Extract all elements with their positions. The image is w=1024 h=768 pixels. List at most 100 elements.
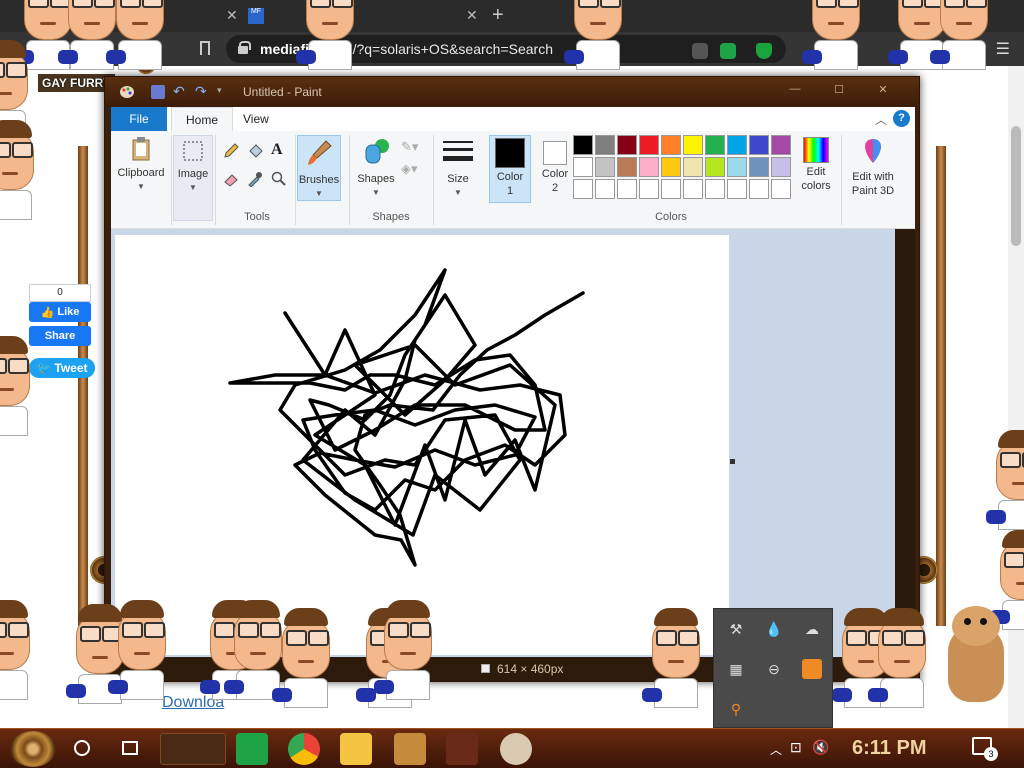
canvas-resize-handle[interactable] xyxy=(730,459,735,464)
collapse-ribbon-icon[interactable]: ︿ xyxy=(875,111,887,128)
facebook-like-button[interactable]: 👍 Like xyxy=(29,302,91,322)
redo-icon[interactable]: ↷ xyxy=(195,84,209,99)
chrome-taskbar-icon[interactable] xyxy=(288,733,320,765)
canvas-scrollbar[interactable] xyxy=(895,229,915,657)
facebook-share-button[interactable]: Share xyxy=(29,326,91,346)
file-explorer-icon[interactable] xyxy=(340,733,372,765)
sheets-extension-icon[interactable] xyxy=(720,43,736,59)
game-taskbar-icon[interactable] xyxy=(394,733,426,765)
help-icon[interactable]: ? xyxy=(893,110,910,127)
taskbar-search-box[interactable] xyxy=(160,733,226,765)
show-hidden-icons[interactable]: ︿ xyxy=(770,741,782,758)
maximize-button[interactable]: ☐ xyxy=(825,83,853,99)
palette-swatch[interactable] xyxy=(595,157,615,177)
volume-muted-icon[interactable]: 🔇 xyxy=(812,739,829,756)
magnifier-icon[interactable] xyxy=(271,171,287,190)
scribble-drawing xyxy=(228,268,585,567)
sheets-taskbar-icon[interactable] xyxy=(236,733,268,765)
palette-swatch[interactable] xyxy=(771,157,791,177)
customize-toolbar-icon[interactable]: ▾ xyxy=(217,85,231,99)
clipboard-button[interactable]: Clipboard ▼ xyxy=(113,135,169,201)
lock-icon[interactable] xyxy=(238,41,251,54)
pencil-icon[interactable] xyxy=(223,143,239,162)
bookmark-icon[interactable] xyxy=(200,41,210,55)
palette-swatch[interactable] xyxy=(595,179,615,199)
palette-swatch[interactable] xyxy=(771,135,791,155)
undo-icon[interactable]: ↶ xyxy=(173,84,187,99)
updater-icon[interactable] xyxy=(802,659,822,679)
usb-icon[interactable]: ⊖ xyxy=(764,659,784,679)
drawing-canvas[interactable] xyxy=(115,235,729,655)
minimize-button[interactable]: — xyxy=(781,83,809,99)
tab-view[interactable]: View xyxy=(229,107,283,131)
outline-icon[interactable]: ✎▾ xyxy=(401,139,418,155)
palette-swatch[interactable] xyxy=(617,179,637,199)
palette-swatch[interactable] xyxy=(705,179,725,199)
tab-home[interactable]: Home xyxy=(171,107,234,131)
shapes-button[interactable]: Shapes ▼ xyxy=(351,135,401,201)
save-icon[interactable] xyxy=(151,85,165,99)
close-tab-icon[interactable]: ✕ xyxy=(226,7,238,24)
palette-swatch[interactable] xyxy=(617,135,637,155)
tool-icon[interactable]: ⚒ xyxy=(726,619,746,639)
droplet-icon[interactable]: 💧 xyxy=(764,619,784,639)
eraser-icon[interactable] xyxy=(223,171,239,190)
palette-swatch[interactable] xyxy=(727,157,747,177)
tab-file[interactable]: File xyxy=(111,107,167,131)
palette-swatch[interactable] xyxy=(727,135,747,155)
palette-swatch[interactable] xyxy=(639,157,659,177)
text-tool-icon[interactable]: A xyxy=(271,141,283,159)
palette-swatch[interactable] xyxy=(705,135,725,155)
color2-button[interactable]: Color 2 xyxy=(535,135,575,203)
color-picker-icon[interactable] xyxy=(247,171,263,190)
blocked-tracker-icon[interactable] xyxy=(692,43,708,59)
fill-bucket-icon[interactable] xyxy=(247,143,263,162)
tweet-button[interactable]: 🐦 Tweet xyxy=(29,358,95,378)
network-icon[interactable]: ⊡ xyxy=(790,739,802,756)
palette-swatch[interactable] xyxy=(727,179,747,199)
brushes-button[interactable]: Brushes ▼ xyxy=(297,135,341,201)
close-button[interactable]: ✕ xyxy=(869,83,897,99)
palette-swatch[interactable] xyxy=(683,157,703,177)
edit-with-paint3d-button[interactable]: Edit with Paint 3D xyxy=(843,135,903,205)
search-icon[interactable]: ⚲ xyxy=(726,699,746,719)
palette-swatch[interactable] xyxy=(705,157,725,177)
fill-icon[interactable]: ◈▾ xyxy=(401,161,418,177)
paint-app-icon[interactable] xyxy=(119,85,134,99)
shield-extension-icon[interactable] xyxy=(756,43,772,59)
media-taskbar-icon[interactable] xyxy=(446,733,478,765)
image-button[interactable]: Image ▼ xyxy=(173,135,213,221)
new-tab-button[interactable]: + xyxy=(492,4,504,27)
palette-swatch[interactable] xyxy=(573,179,593,199)
app-tray-icon[interactable]: ▦ xyxy=(726,659,746,679)
palette-swatch[interactable] xyxy=(683,135,703,155)
palette-swatch[interactable] xyxy=(749,157,769,177)
palette-swatch[interactable] xyxy=(749,179,769,199)
palette-swatch[interactable] xyxy=(683,179,703,199)
palette-swatch[interactable] xyxy=(661,135,681,155)
edit-colors-button[interactable]: Edit colors xyxy=(793,135,839,201)
color1-button[interactable]: Color 1 xyxy=(489,135,531,203)
hamster-head xyxy=(952,606,1000,646)
task-view-icon[interactable] xyxy=(122,741,138,755)
close-tab-icon[interactable]: ✕ xyxy=(466,7,478,24)
palette-swatch[interactable] xyxy=(573,157,593,177)
palette-swatch[interactable] xyxy=(661,179,681,199)
cloud-offline-icon[interactable]: ☁ xyxy=(802,619,822,639)
palette-swatch[interactable] xyxy=(639,135,659,155)
paint-titlebar[interactable]: ↶ ↷ ▾ Untitled - Paint — ☐ ✕ xyxy=(105,77,919,107)
palette-swatch[interactable] xyxy=(661,157,681,177)
menu-icon[interactable]: ☰ xyxy=(996,39,1010,59)
size-button[interactable]: Size ▼ xyxy=(435,135,481,201)
palette-swatch[interactable] xyxy=(595,135,615,155)
palette-swatch[interactable] xyxy=(617,157,637,177)
search-icon[interactable] xyxy=(74,740,90,756)
palette-swatch[interactable] xyxy=(639,179,659,199)
start-button[interactable] xyxy=(10,731,56,767)
palette-swatch[interactable] xyxy=(573,135,593,155)
palette-swatch[interactable] xyxy=(749,135,769,155)
paint-taskbar-icon[interactable] xyxy=(500,733,532,765)
scrollbar-thumb[interactable] xyxy=(1011,126,1021,246)
taskbar-clock[interactable]: 6:11 PM xyxy=(852,737,926,760)
palette-swatch[interactable] xyxy=(771,179,791,199)
